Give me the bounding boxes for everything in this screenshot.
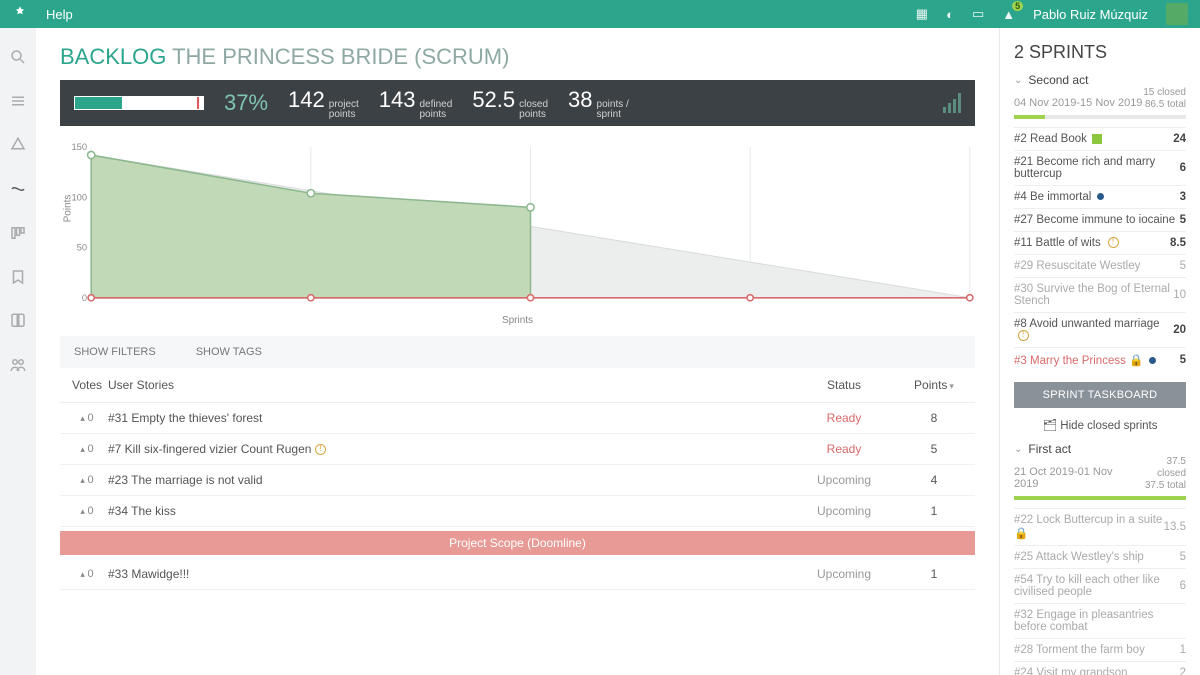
sprint-story[interactable]: #24 Visit my grandson2 xyxy=(1014,661,1186,675)
kanban-tag-icon xyxy=(1092,134,1102,144)
progress-bar xyxy=(74,96,204,110)
table-row[interactable]: 0#31 Empty the thieves' forestReady8 xyxy=(60,403,975,434)
briefcase-icon[interactable]: ▭ xyxy=(972,6,984,22)
grid-icon[interactable]: ▦ xyxy=(916,6,928,22)
help-link[interactable]: Help xyxy=(46,7,73,22)
sprints-panel: 2 SPRINTS ⌄Second act 04 Nov 2019-15 Nov… xyxy=(1000,28,1200,675)
points-column-sort[interactable]: Points▾ xyxy=(899,378,969,392)
notification-count: 5 xyxy=(1012,1,1023,11)
sprint-story[interactable]: #27 Become immune to iocaine5 xyxy=(1014,208,1186,231)
sprint-story[interactable]: #28 Torment the farm boy1 xyxy=(1014,638,1186,661)
svg-text:100: 100 xyxy=(71,192,87,202)
chevron-down-icon: ⌄ xyxy=(1014,444,1022,455)
chevron-down-icon: ▾ xyxy=(949,381,954,391)
main-area: BACKLOG THE PRINCESS BRIDE (SCRUM) 37% 1… xyxy=(36,28,1000,675)
sprints-heading: 2 SPRINTS xyxy=(1014,42,1186,63)
search-icon[interactable] xyxy=(9,48,27,66)
avatar[interactable] xyxy=(1166,3,1188,25)
iocaine-icon xyxy=(1018,330,1029,341)
hide-closed-link[interactable]: 🗂 Hide closed sprints xyxy=(1014,418,1186,432)
lock-icon: 🔒 xyxy=(1014,528,1028,540)
sprint-story[interactable]: #8 Avoid unwanted marriage 20 xyxy=(1014,312,1186,347)
stats-bar: 37% 142projectpoints 143definedpoints 52… xyxy=(60,80,975,126)
backlog-icon[interactable] xyxy=(9,180,27,198)
sprint-header[interactable]: ⌄Second act xyxy=(1014,73,1186,87)
iocaine-icon xyxy=(315,444,326,455)
percent: 37% xyxy=(224,90,268,116)
table-row[interactable]: 0#33 Mawidge!!!Upcoming1 xyxy=(60,559,975,590)
iocaine-icon xyxy=(1108,237,1119,248)
sprint-story[interactable]: #29 Resuscitate Westley5 xyxy=(1014,254,1186,277)
doomline: Project Scope (Doomline) xyxy=(60,531,975,555)
logo-icon[interactable] xyxy=(12,5,28,24)
left-nav xyxy=(0,28,36,675)
sprint-story[interactable]: #30 Survive the Bog of Eternal Stench10 xyxy=(1014,277,1186,312)
svg-text:0: 0 xyxy=(82,293,87,303)
sprint-story[interactable]: #21 Become rich and marry buttercup6 xyxy=(1014,150,1186,185)
table-row[interactable]: 0#7 Kill six-fingered vizier Count Rugen… xyxy=(60,434,975,465)
chevron-down-icon: ⌄ xyxy=(1014,75,1022,86)
show-filters[interactable]: SHOW FILTERS xyxy=(74,346,156,358)
team-icon[interactable] xyxy=(9,356,27,374)
sprint-story[interactable]: #54 Try to kill each other like civilise… xyxy=(1014,568,1186,603)
show-tags[interactable]: SHOW TAGS xyxy=(196,346,262,358)
topbar: Help ▦ ◐ ▭ ▲5 Pablo Ruiz Múzquiz xyxy=(0,0,1200,28)
sprint-story[interactable]: #11 Battle of wits 8.5 xyxy=(1014,231,1186,254)
menu-icon[interactable] xyxy=(9,92,27,110)
sprint-story[interactable]: #25 Attack Westley's ship5 xyxy=(1014,545,1186,568)
wiki-icon[interactable] xyxy=(9,312,27,330)
burndown-chart: Points 050100150 Sprints xyxy=(60,140,975,326)
page-title: BACKLOG THE PRINCESS BRIDE (SCRUM) xyxy=(60,44,975,70)
lock-icon: 🔒 xyxy=(1129,355,1143,367)
table-header: Votes User Stories Status Points▾ xyxy=(60,368,975,403)
user-name[interactable]: Pablo Ruiz Múzquiz xyxy=(1033,7,1148,22)
sprint-story[interactable]: #22 Lock Buttercup in a suite 🔒13.5 xyxy=(1014,508,1186,545)
sprint-header[interactable]: ⌄First act xyxy=(1014,442,1186,456)
globe-icon[interactable]: ◐ xyxy=(946,7,954,22)
sparkline-icon xyxy=(943,93,961,113)
epics-icon[interactable] xyxy=(9,136,27,154)
taskboard-button[interactable]: SPRINT TASKBOARD xyxy=(1014,382,1186,408)
sprint-story[interactable]: #3 Marry the Princess 🔒 5 xyxy=(1014,347,1186,372)
svg-text:150: 150 xyxy=(71,142,87,152)
kanban-icon[interactable] xyxy=(9,224,27,242)
table-row[interactable]: 0#34 The kissUpcoming1 xyxy=(60,496,975,527)
assignee-dot-icon xyxy=(1149,357,1156,364)
bookmark-icon[interactable] xyxy=(9,268,27,286)
sprint-story[interactable]: #32 Engage in pleasantries before combat xyxy=(1014,603,1186,638)
table-row[interactable]: 0#23 The marriage is not validUpcoming4 xyxy=(60,465,975,496)
filter-bar: SHOW FILTERS SHOW TAGS xyxy=(60,336,975,368)
sprint-story[interactable]: #4 Be immortal 3 xyxy=(1014,185,1186,208)
sprint-story[interactable]: #2 Read Book 24 xyxy=(1014,127,1186,150)
svg-text:50: 50 xyxy=(77,243,87,253)
assignee-dot-icon xyxy=(1097,193,1104,200)
